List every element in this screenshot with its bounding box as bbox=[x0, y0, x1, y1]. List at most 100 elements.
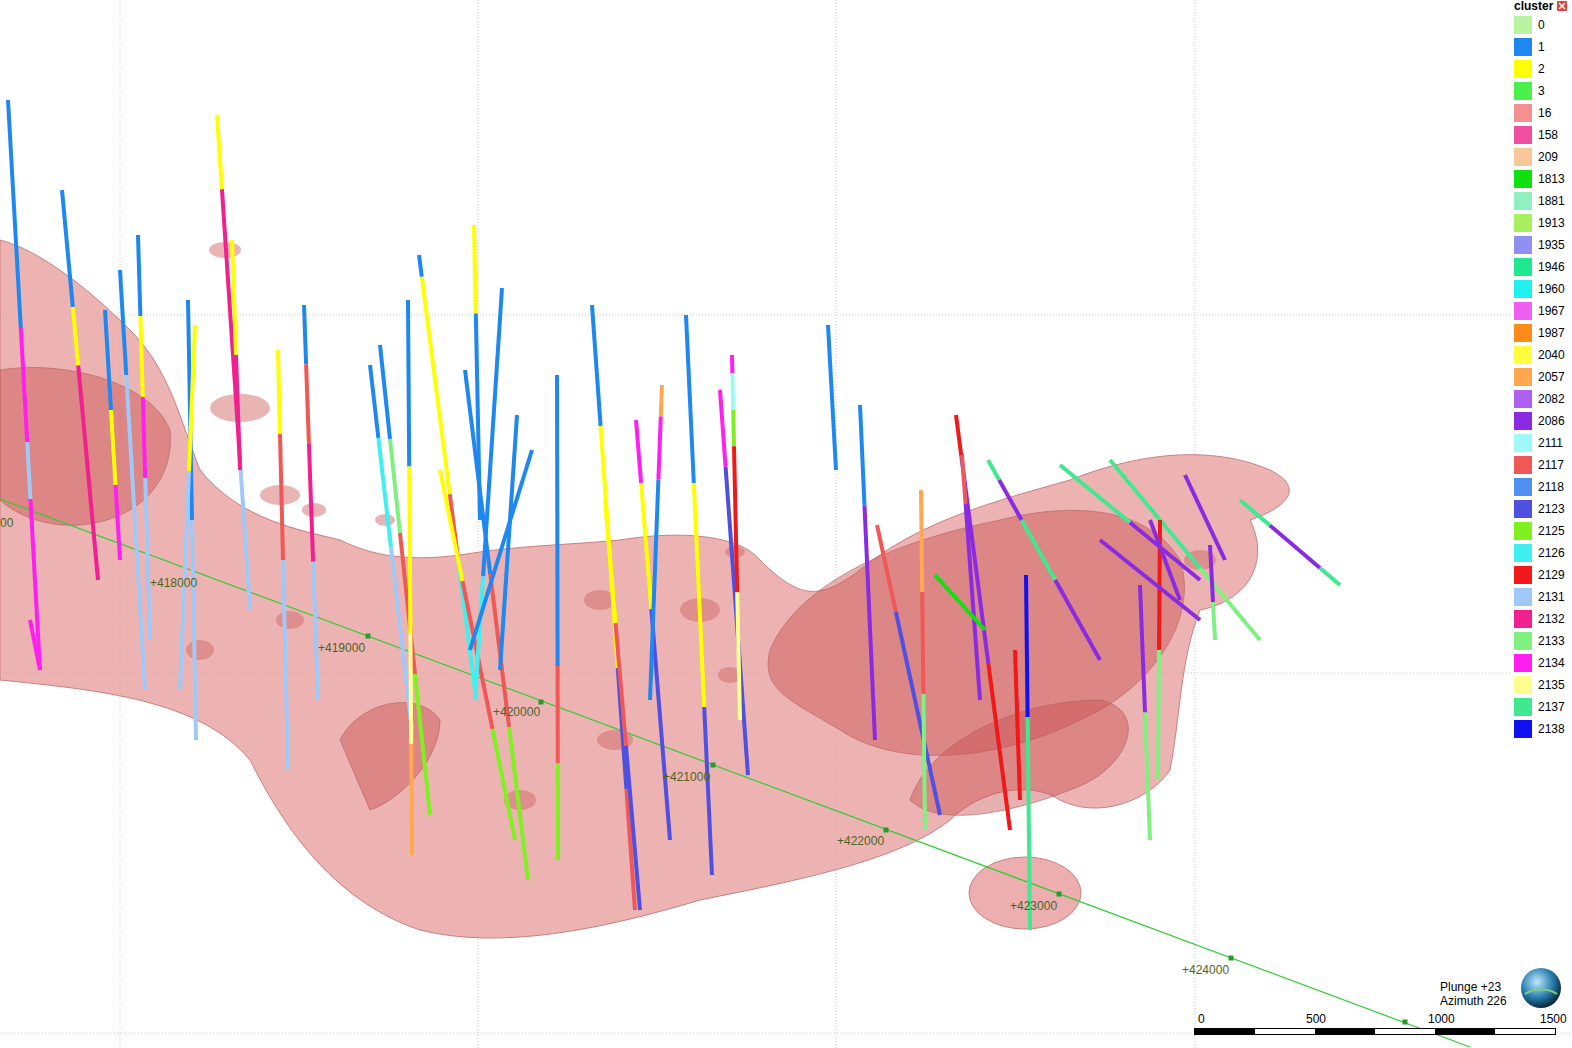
drillhole[interactable] bbox=[419, 255, 475, 690]
hole-segment[interactable] bbox=[1185, 475, 1225, 560]
hole-segment[interactable] bbox=[658, 417, 660, 480]
legend-item[interactable]: 0 bbox=[1514, 16, 1567, 34]
hole-segment[interactable] bbox=[283, 560, 288, 770]
hole-segment[interactable] bbox=[877, 525, 896, 612]
legend-item[interactable]: 2134 bbox=[1514, 654, 1567, 672]
legend-item[interactable]: 2137 bbox=[1514, 698, 1567, 716]
legend-item[interactable]: 1913 bbox=[1514, 214, 1567, 232]
drillhole[interactable] bbox=[1140, 585, 1150, 840]
drillhole[interactable] bbox=[828, 325, 836, 470]
legend-item[interactable]: 2082 bbox=[1514, 390, 1567, 408]
hole-segment[interactable] bbox=[999, 480, 1021, 520]
hole-segment[interactable] bbox=[922, 592, 923, 694]
hole-segment[interactable] bbox=[415, 674, 430, 815]
hole-segment[interactable] bbox=[30, 620, 40, 670]
hole-segment[interactable] bbox=[409, 467, 410, 634]
hole-segment[interactable] bbox=[422, 277, 450, 495]
hole-segment[interactable] bbox=[145, 478, 150, 640]
hole-segment[interactable] bbox=[592, 305, 601, 426]
hole-segment[interactable] bbox=[1210, 545, 1213, 602]
hole-segment[interactable] bbox=[400, 533, 415, 674]
hole-segment[interactable] bbox=[111, 410, 116, 485]
hole-segment[interactable] bbox=[1158, 650, 1159, 780]
hole-segment[interactable] bbox=[626, 746, 640, 910]
close-icon[interactable] bbox=[1557, 1, 1567, 11]
legend-item[interactable]: 2125 bbox=[1514, 522, 1567, 540]
drillhole[interactable] bbox=[120, 270, 145, 690]
drillhole[interactable] bbox=[860, 405, 875, 740]
drillhole[interactable] bbox=[138, 235, 150, 640]
hole-segment[interactable] bbox=[27, 442, 30, 499]
hole-segment[interactable] bbox=[493, 729, 516, 840]
hole-segment[interactable] bbox=[988, 664, 1010, 830]
hole-segment[interactable] bbox=[1022, 520, 1056, 580]
hole-segment[interactable] bbox=[935, 575, 985, 630]
hole-segment[interactable] bbox=[232, 240, 236, 355]
hole-segment[interactable] bbox=[1015, 650, 1020, 800]
legend-item[interactable]: 2138 bbox=[1514, 720, 1567, 738]
drillhole[interactable] bbox=[1240, 500, 1340, 585]
hole-segment[interactable] bbox=[143, 397, 145, 478]
hole-segment[interactable] bbox=[116, 485, 121, 560]
hole-segment[interactable] bbox=[126, 375, 145, 690]
drillhole[interactable] bbox=[1210, 545, 1215, 640]
hole-segment[interactable] bbox=[306, 364, 309, 443]
hole-segment[interactable] bbox=[140, 316, 142, 397]
hole-segment[interactable] bbox=[1270, 526, 1320, 569]
hole-segment[interactable] bbox=[1150, 520, 1180, 600]
hole-segment[interactable] bbox=[192, 520, 196, 740]
drillhole[interactable] bbox=[180, 325, 195, 690]
drillhole[interactable] bbox=[732, 355, 740, 720]
drillhole[interactable] bbox=[1026, 575, 1030, 930]
hole-segment[interactable] bbox=[1055, 580, 1100, 660]
drillhole[interactable] bbox=[921, 490, 925, 830]
hole-segment[interactable] bbox=[556, 763, 560, 860]
drillhole[interactable] bbox=[720, 390, 748, 775]
hole-segment[interactable] bbox=[280, 434, 283, 560]
legend-item[interactable]: 2040 bbox=[1514, 346, 1567, 364]
drillhole[interactable] bbox=[686, 315, 712, 875]
hole-segment[interactable] bbox=[309, 443, 313, 562]
legend-item[interactable]: 1813 bbox=[1514, 170, 1567, 188]
hole-segment[interactable] bbox=[8, 100, 21, 328]
hole-segment[interactable] bbox=[138, 235, 140, 316]
hole-segment[interactable] bbox=[966, 504, 980, 700]
hole-segment[interactable] bbox=[419, 255, 422, 277]
hole-segment[interactable] bbox=[21, 328, 27, 442]
drillhole[interactable] bbox=[188, 300, 196, 740]
drillhole[interactable] bbox=[962, 455, 980, 700]
legend-item[interactable]: 16 bbox=[1514, 104, 1567, 122]
legend-item[interactable]: 1935 bbox=[1514, 236, 1567, 254]
drillhole[interactable] bbox=[877, 525, 940, 815]
drillhole[interactable] bbox=[370, 365, 412, 730]
drillhole[interactable] bbox=[1110, 460, 1260, 640]
hole-segment[interactable] bbox=[616, 623, 627, 746]
legend-item[interactable]: 1987 bbox=[1514, 324, 1567, 342]
hole-segment[interactable] bbox=[1145, 713, 1150, 841]
legend-item[interactable]: 209 bbox=[1514, 148, 1567, 166]
hole-segment[interactable] bbox=[73, 307, 78, 366]
drillhole[interactable] bbox=[935, 575, 985, 630]
hole-segment[interactable] bbox=[408, 633, 413, 744]
legend-item[interactable]: 2118 bbox=[1514, 478, 1567, 496]
hole-segment[interactable] bbox=[686, 315, 694, 483]
hole-segment[interactable] bbox=[1028, 717, 1030, 930]
legend-item[interactable]: 1960 bbox=[1514, 280, 1567, 298]
hole-segment[interactable] bbox=[704, 707, 712, 875]
legend-item[interactable]: 1881 bbox=[1514, 192, 1567, 210]
legend-item[interactable]: 158 bbox=[1514, 126, 1567, 144]
legend-item[interactable]: 3 bbox=[1514, 82, 1567, 100]
hole-segment[interactable] bbox=[1140, 585, 1145, 713]
hole-segment[interactable] bbox=[380, 345, 390, 439]
drillhole[interactable] bbox=[440, 470, 515, 840]
drillhole[interactable] bbox=[62, 190, 98, 580]
drillhole[interactable] bbox=[1100, 540, 1200, 620]
legend-item[interactable]: 1967 bbox=[1514, 302, 1567, 320]
hole-segment[interactable] bbox=[734, 446, 737, 592]
drillhole[interactable] bbox=[592, 305, 635, 910]
hole-segment[interactable] bbox=[313, 562, 318, 700]
hole-segment[interactable] bbox=[120, 270, 126, 375]
hole-segment[interactable] bbox=[860, 405, 865, 506]
hole-segment[interactable] bbox=[236, 355, 240, 470]
hole-segment[interactable] bbox=[1213, 602, 1215, 640]
